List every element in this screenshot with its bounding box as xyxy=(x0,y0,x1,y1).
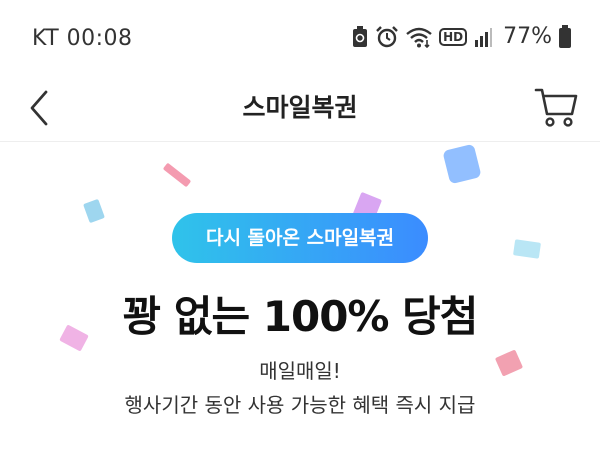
wifi-icon xyxy=(406,27,432,48)
confetti-piece xyxy=(162,162,192,188)
promo-subtitle-line1: 매일매일! xyxy=(259,359,341,383)
promo-headline: 꽝 없는 100% 당첨 xyxy=(122,292,479,341)
signal-icon xyxy=(475,27,493,47)
promo-pill-badge: 다시 돌아온 스마일복권 xyxy=(172,213,428,263)
confetti-piece xyxy=(513,239,541,259)
confetti-piece xyxy=(83,198,105,224)
status-bar: KT 00:08 HD 77% xyxy=(0,0,600,80)
alarm-icon xyxy=(376,25,398,47)
battery-saver-icon xyxy=(353,25,368,47)
promo-subtitle-line2: 행사기간 동안 사용 가능한 혜택 즉시 지급 xyxy=(124,393,476,417)
promo-banner: 다시 돌아온 스마일복권 꽝 없는 100% 당첨 매일매일! 행사기간 동안 … xyxy=(0,143,600,450)
battery-icon xyxy=(559,24,571,48)
page-title: 스마일복권 xyxy=(242,93,358,122)
nav-bar: 스마일복권 xyxy=(0,80,600,142)
status-icons: HD 77% xyxy=(351,24,572,49)
confetti-piece xyxy=(442,143,482,185)
cart-icon[interactable] xyxy=(534,84,578,130)
hd-voice-icon: HD xyxy=(439,27,468,46)
battery-percent: 77% xyxy=(503,24,552,49)
carrier-time: KT 00:08 xyxy=(32,26,133,51)
